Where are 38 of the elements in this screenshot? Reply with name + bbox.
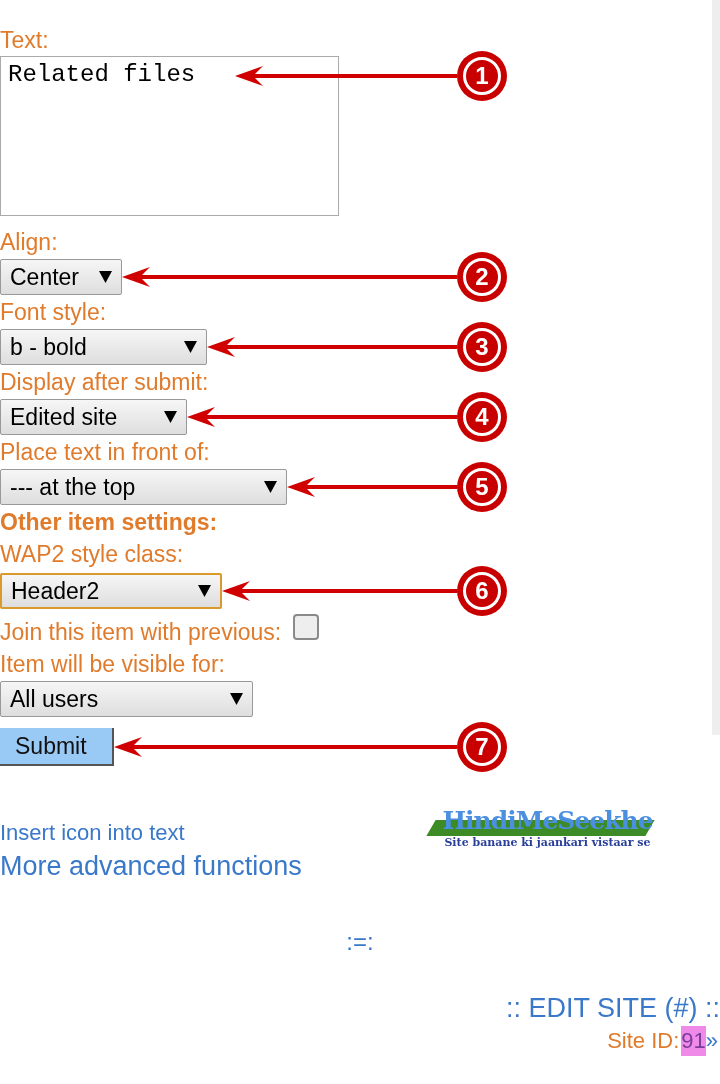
field-label: Join this item with previous: — [0, 618, 282, 647]
text-area[interactable]: Related files — [0, 56, 339, 216]
separator-text: :=: — [346, 927, 374, 957]
dropdown[interactable]: Center — [0, 259, 122, 295]
dropdown[interactable]: All users — [0, 681, 253, 717]
section-heading: Other item settings: — [0, 508, 219, 537]
field-label: Place text in front of: — [0, 438, 211, 467]
caret-icon — [99, 271, 112, 283]
field-label: Text: — [0, 26, 50, 55]
dropdown[interactable]: Header2 — [0, 573, 222, 609]
callout-badge: 7 — [457, 722, 507, 772]
link[interactable]: More advanced functions — [0, 848, 302, 884]
field-label: WAP2 style class: — [0, 540, 185, 569]
caret-icon — [230, 693, 243, 705]
caret-icon — [184, 341, 197, 353]
edit-site-link[interactable]: :: EDIT SITE (#) :: — [505, 990, 720, 1026]
site-id-label: Site ID: — [607, 1027, 680, 1055]
callout-badge: 5 — [457, 462, 507, 512]
callout-badge: 4 — [457, 392, 507, 442]
callout-badge: 6 — [457, 566, 507, 616]
submit-button[interactable]: Submit — [0, 728, 114, 766]
next-link[interactable]: » — [705, 1026, 718, 1056]
dropdown[interactable]: --- at the top — [0, 469, 287, 505]
caret-icon — [264, 481, 277, 493]
field-label: Item will be visible for: — [0, 650, 226, 679]
callout-badge: 3 — [457, 322, 507, 372]
caret-icon — [164, 411, 177, 423]
callout-badge: 1 — [457, 51, 507, 101]
field-label: Font style: — [0, 298, 108, 327]
dropdown[interactable]: b - bold — [0, 329, 207, 365]
dropdown[interactable]: Edited site — [0, 399, 187, 435]
field-label: Align: — [0, 228, 59, 257]
field-label: Display after submit: — [0, 368, 210, 397]
caret-icon — [198, 585, 211, 597]
callout-badge: 2 — [457, 252, 507, 302]
link[interactable]: Insert icon into text — [0, 818, 185, 848]
checkbox[interactable] — [293, 614, 320, 640]
site-id-value: 91 — [681, 1026, 706, 1056]
